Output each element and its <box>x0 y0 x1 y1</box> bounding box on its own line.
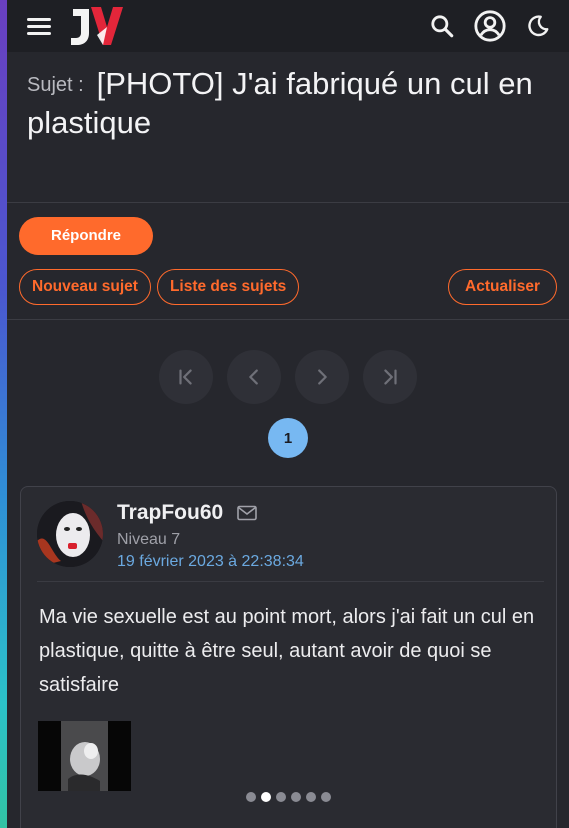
topic-title-text: [PHOTO] J'ai fabriqué un cul en plastiqu… <box>27 66 533 140</box>
topic-actions: Répondre Nouveau sujet Liste des sujets … <box>7 203 569 319</box>
account-icon[interactable] <box>473 9 507 43</box>
navbar-left <box>27 5 125 47</box>
pagination-controls <box>7 350 569 404</box>
navbar-right <box>429 9 551 43</box>
carousel-dot[interactable] <box>321 792 331 802</box>
topic-title-prefix: Sujet : <box>27 74 84 96</box>
carousel-dot[interactable] <box>306 792 316 802</box>
top-navbar <box>7 0 569 52</box>
avatar[interactable] <box>37 501 103 567</box>
page-number-wrap: 1 <box>7 418 569 458</box>
image-carousel-dots <box>21 792 556 802</box>
divider <box>7 319 569 320</box>
author-info: TrapFou60 Niveau 7 19 février 2023 à 22:… <box>117 501 304 581</box>
prev-page-icon[interactable] <box>227 350 281 404</box>
app: Sujet : [PHOTO] J'ai fabriqué un cul en … <box>7 0 569 828</box>
carousel-dot[interactable] <box>246 792 256 802</box>
reply-button[interactable]: Répondre <box>19 217 154 255</box>
topic-actions-left: Nouveau sujet Liste des sujets <box>19 269 300 305</box>
new-topic-button[interactable]: Nouveau sujet <box>19 269 151 305</box>
carousel-dot[interactable] <box>291 792 301 802</box>
first-page-icon[interactable] <box>159 350 213 404</box>
carousel-dot-active[interactable] <box>261 792 271 802</box>
post-header: TrapFou60 Niveau 7 19 février 2023 à 22:… <box>21 487 556 581</box>
refresh-button[interactable]: Actualiser <box>448 269 557 305</box>
forum-post: TrapFou60 Niveau 7 19 février 2023 à 22:… <box>20 486 557 828</box>
next-page-icon[interactable] <box>295 350 349 404</box>
side-accent-bar <box>0 0 7 828</box>
moon-icon[interactable] <box>525 13 551 39</box>
jv-logo[interactable] <box>67 5 125 47</box>
current-page-badge[interactable]: 1 <box>268 418 308 458</box>
topic-actions-row: Nouveau sujet Liste des sujets Actualise… <box>19 269 557 305</box>
carousel-dot[interactable] <box>276 792 286 802</box>
post-body: Ma vie sexuelle est au point mort, alors… <box>39 606 535 696</box>
post-image-thumbnail[interactable] <box>38 721 131 791</box>
topic-title: Sujet : [PHOTO] J'ai fabriqué un cul en … <box>27 64 549 142</box>
search-icon[interactable] <box>429 13 455 39</box>
author-level: Niveau 7 <box>117 531 181 548</box>
mail-icon[interactable] <box>237 505 258 521</box>
last-page-icon[interactable] <box>363 350 417 404</box>
topic-title-section: Sujet : [PHOTO] J'ai fabriqué un cul en … <box>7 52 569 202</box>
hamburger-menu-icon[interactable] <box>27 17 51 35</box>
topic-list-button[interactable]: Liste des sujets <box>156 269 300 305</box>
post-date-link[interactable]: 19 février 2023 à 22:38:34 <box>117 553 304 571</box>
author-name[interactable]: TrapFou60 <box>117 501 223 525</box>
author-line: TrapFou60 <box>117 501 304 525</box>
